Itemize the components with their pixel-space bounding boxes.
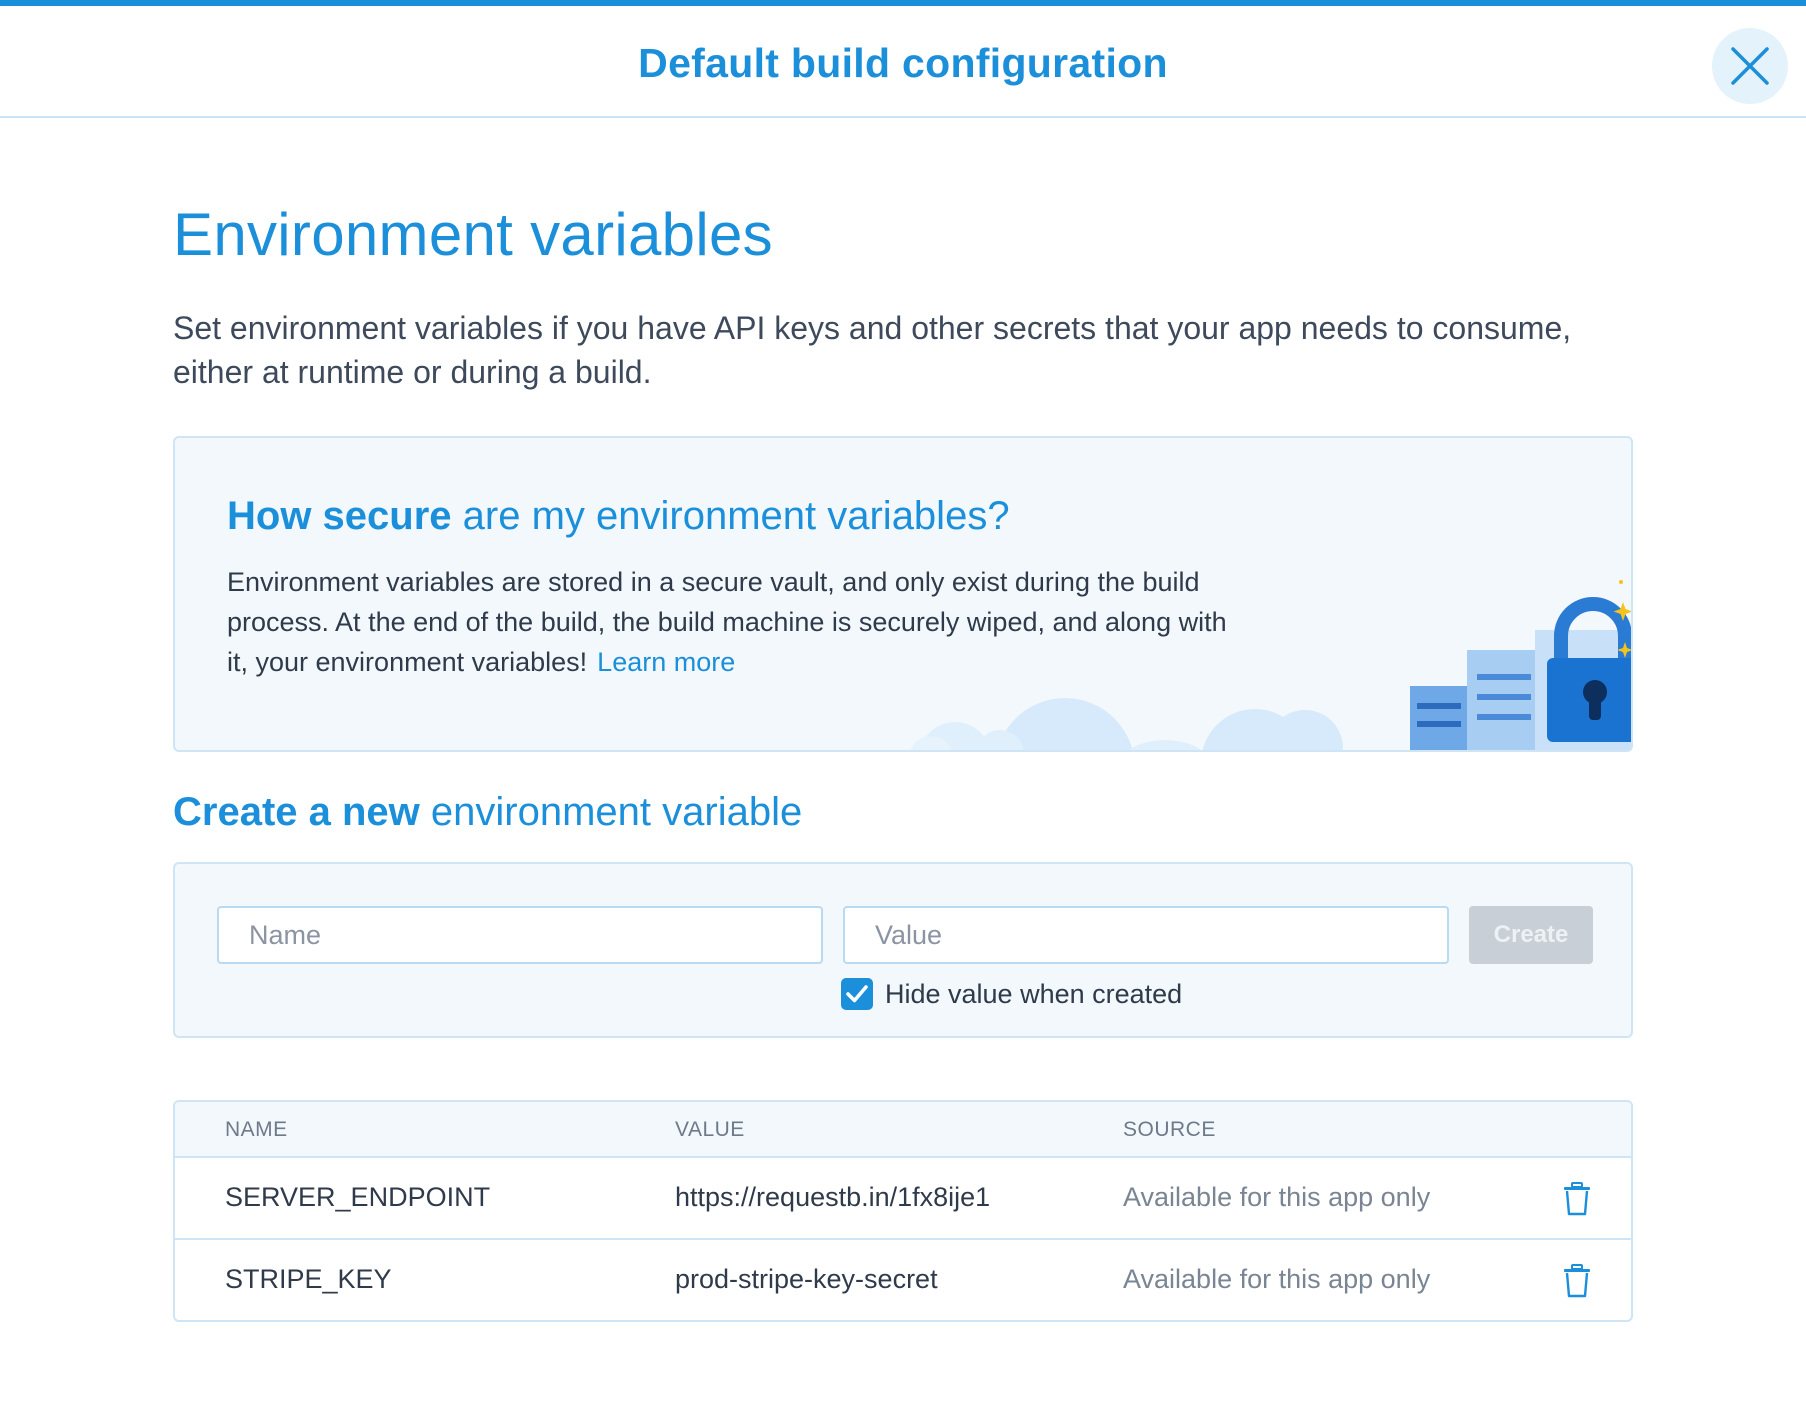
learn-more-link[interactable]: Learn more [597,647,735,677]
table-row: SERVER_ENDPOINT https://requestb.in/1fx8… [175,1158,1631,1240]
name-input[interactable]: Name [217,906,823,964]
security-heading-rest: are my environment variables? [451,494,1010,538]
column-header-source: SOURCE [1123,1118,1216,1141]
page-title: Environment variables [173,201,773,268]
value-input[interactable]: Value [843,906,1449,964]
create-heading-rest: environment variable [419,790,803,834]
lock-illustration [910,580,1631,750]
hide-value-checkbox[interactable] [841,978,873,1010]
security-info-heading: How secure are my environment variables? [227,494,1010,539]
variable-value: https://requestb.in/1fx8ije1 [675,1182,991,1212]
create-heading-bold: Create a new [173,790,420,834]
create-variable-heading: Create a new environment variable [173,790,802,835]
variable-source: Available for this app only [1123,1182,1431,1212]
variable-value: prod-stripe-key-secret [675,1264,938,1294]
close-button[interactable] [1712,28,1788,104]
create-variable-form: Name Value Create Hide value when create… [173,862,1633,1038]
variable-name: SERVER_ENDPOINT [225,1182,491,1212]
security-info-box: How secure are my environment variables?… [173,436,1633,752]
column-header-name: NAME [225,1118,288,1141]
variable-source: Available for this app only [1123,1264,1431,1294]
variables-table: NAME VALUE SOURCE SERVER_ENDPOINT https:… [173,1100,1633,1322]
security-heading-bold: How secure [227,494,452,538]
page-description: Set environment variables if you have AP… [173,310,1572,390]
trash-icon[interactable] [1563,1182,1591,1216]
trash-icon[interactable] [1563,1264,1591,1298]
column-header-value: VALUE [675,1118,745,1141]
modal-title: Default build configuration [638,40,1168,86]
variable-name: STRIPE_KEY [225,1264,392,1294]
modal-header: Default build configuration [0,6,1806,118]
table-row: STRIPE_KEY prod-stripe-key-secret Availa… [175,1240,1631,1320]
create-button[interactable]: Create [1469,906,1593,964]
table-header: NAME VALUE SOURCE [175,1102,1631,1158]
hide-value-label[interactable]: Hide value when created [885,978,1182,1010]
close-icon [1731,47,1769,85]
check-icon [846,985,868,1003]
